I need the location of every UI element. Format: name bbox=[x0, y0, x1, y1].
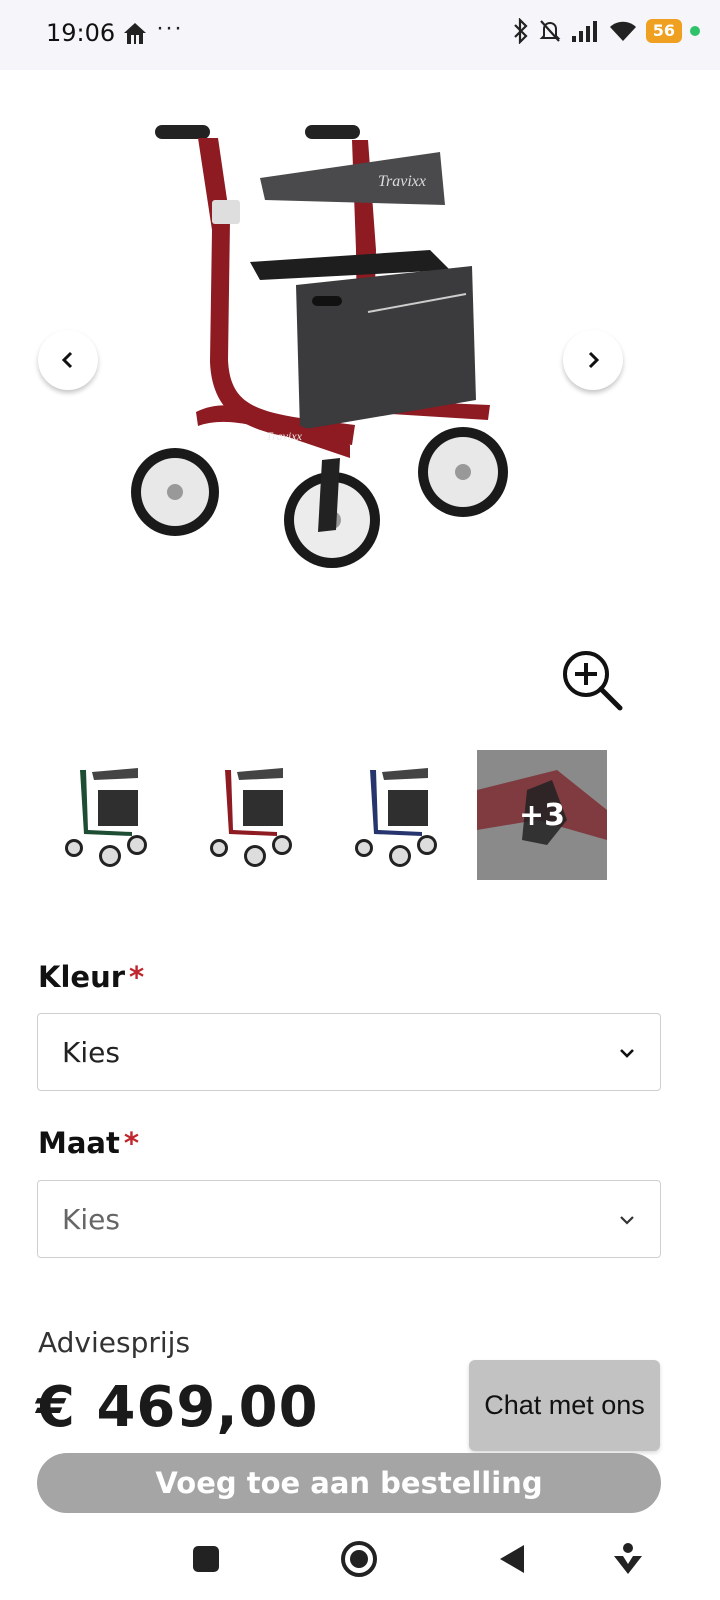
zoom-in-icon[interactable] bbox=[560, 648, 626, 714]
status-icons: 56 bbox=[512, 18, 700, 44]
home-notification-icon bbox=[124, 23, 146, 44]
back-button[interactable] bbox=[487, 1534, 537, 1584]
circle-home-icon bbox=[341, 1541, 377, 1577]
triangle-back-icon bbox=[500, 1545, 524, 1573]
chevron-left-icon bbox=[61, 351, 73, 369]
kleur-label: Kleur * bbox=[38, 960, 144, 994]
system-nav-bar bbox=[0, 1520, 720, 1600]
price-value: € 469,00 bbox=[36, 1375, 319, 1440]
svg-text:Travixx: Travixx bbox=[266, 429, 303, 443]
bluetooth-icon bbox=[513, 18, 528, 44]
required-mark: * bbox=[129, 960, 145, 994]
accessibility-icon bbox=[614, 1543, 642, 1574]
square-icon bbox=[193, 1546, 219, 1572]
required-mark: * bbox=[123, 1126, 140, 1160]
kleur-select[interactable]: Kies bbox=[37, 1013, 661, 1091]
chevron-down-icon bbox=[620, 1216, 634, 1225]
signal-icon bbox=[571, 21, 597, 42]
thumbnail-more[interactable]: +3 bbox=[477, 750, 607, 880]
silent-bell-icon bbox=[539, 20, 561, 42]
thumbnail-blue[interactable] bbox=[330, 750, 460, 880]
battery-indicator: 56 bbox=[645, 19, 682, 43]
chevron-down-icon bbox=[620, 1049, 634, 1058]
maat-label: Maat * bbox=[38, 1126, 139, 1160]
kleur-label-text: Kleur bbox=[38, 960, 126, 994]
status-time: 19:06 bbox=[46, 19, 116, 47]
privacy-dot-icon bbox=[690, 26, 700, 36]
thumbnail-red[interactable] bbox=[185, 750, 315, 880]
more-notifications-icon: ··· bbox=[156, 14, 183, 41]
price-label: Adviesprijs bbox=[38, 1326, 191, 1359]
assistant-button[interactable] bbox=[603, 1534, 653, 1584]
more-images-count: +3 bbox=[518, 797, 565, 833]
add-to-order-button[interactable]: Voeg toe aan bestelling bbox=[37, 1453, 661, 1513]
wifi-icon bbox=[609, 21, 636, 41]
previous-image-button[interactable] bbox=[38, 330, 98, 390]
thumbnail-green[interactable] bbox=[40, 750, 170, 880]
home-button[interactable] bbox=[334, 1534, 384, 1584]
maat-label-text: Maat bbox=[38, 1126, 120, 1160]
kleur-select-value: Kies bbox=[62, 1036, 120, 1069]
chat-button[interactable]: Chat met ons bbox=[469, 1360, 660, 1451]
maat-select[interactable]: Kies bbox=[37, 1180, 661, 1258]
maat-select-value: Kies bbox=[62, 1203, 120, 1236]
status-bar: 19:06 ··· 56 bbox=[0, 0, 720, 70]
recents-button[interactable] bbox=[181, 1534, 231, 1584]
chevron-right-icon bbox=[588, 351, 600, 369]
next-image-button[interactable] bbox=[563, 330, 623, 390]
svg-text:Travixx: Travixx bbox=[378, 173, 426, 190]
product-main-image[interactable]: Travixx Travixx bbox=[100, 100, 540, 610]
